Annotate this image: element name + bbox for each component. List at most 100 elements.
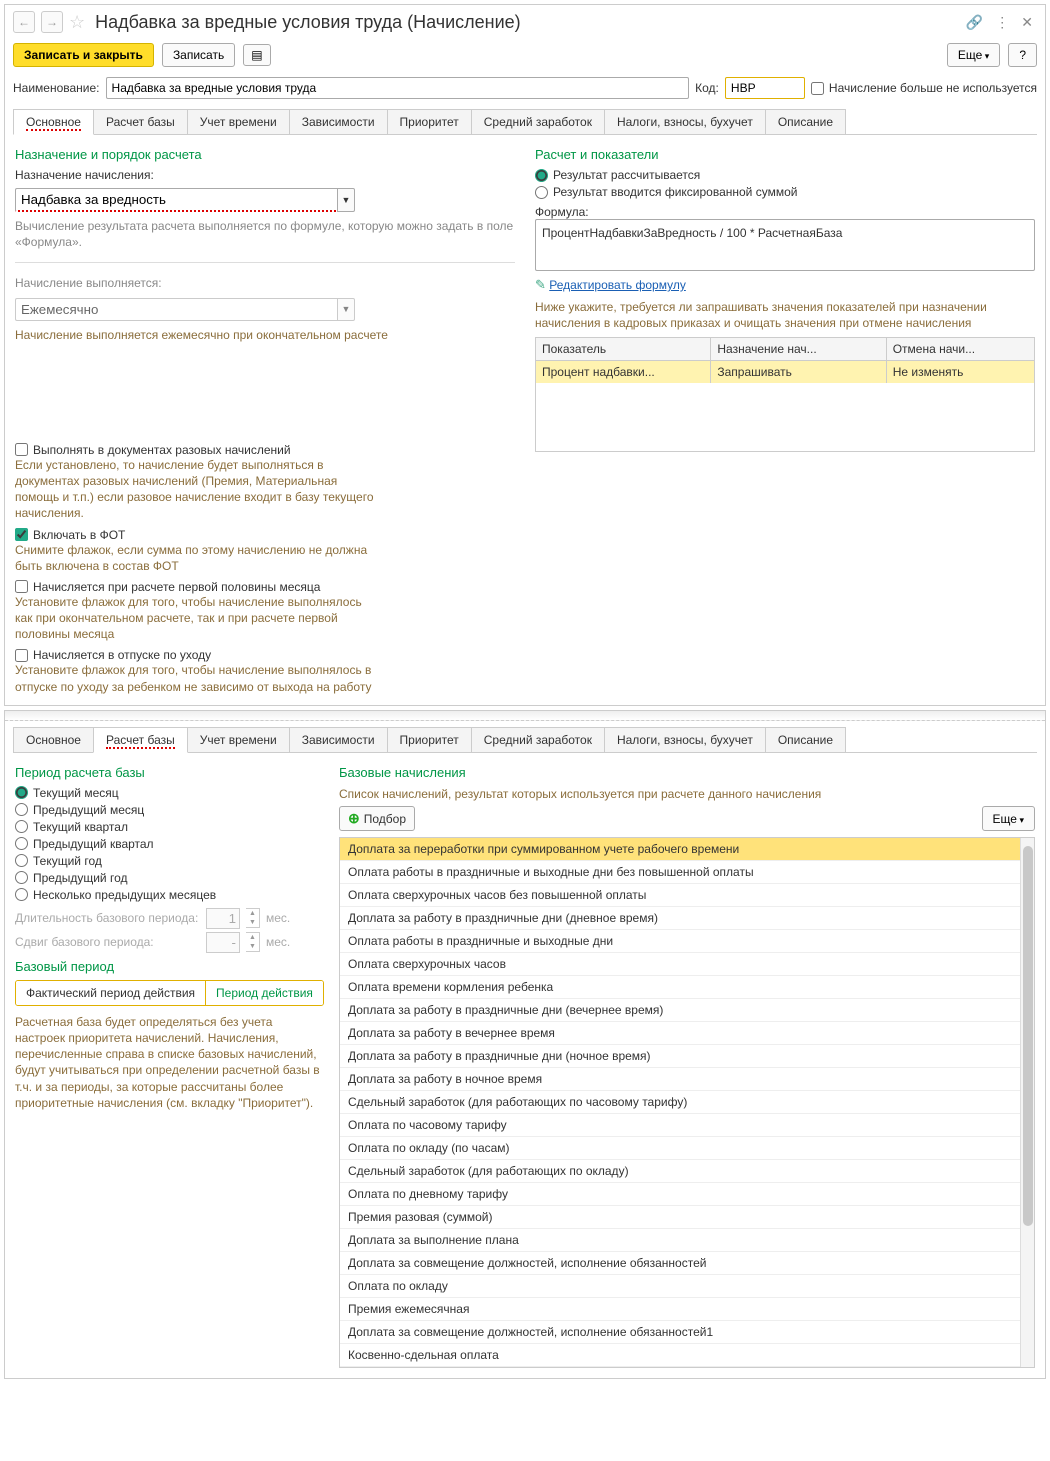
tab-time[interactable]: Учет времени: [187, 109, 290, 134]
list-item[interactable]: Доплата за работу в праздничные дни (дне…: [340, 907, 1034, 930]
list-item[interactable]: Оплата по дневному тарифу: [340, 1183, 1034, 1206]
name-label: Наименование:: [13, 81, 100, 95]
tab-main2[interactable]: Основное: [13, 727, 94, 752]
radio-period-0[interactable]: Текущий месяц: [15, 786, 325, 800]
tabs-main: Основное Расчет базы Учет времени Зависи…: [13, 109, 1037, 135]
bp-actual[interactable]: Фактический период действия: [16, 981, 206, 1005]
list-item[interactable]: Доплата за работу в ночное время: [340, 1068, 1034, 1091]
name-row: Наименование: Код: Начисление больше не …: [5, 75, 1045, 101]
radio-period-1[interactable]: Предыдущий месяц: [15, 803, 325, 817]
radio-period-3[interactable]: Предыдущий квартал: [15, 837, 325, 851]
tab-priority2[interactable]: Приоритет: [387, 727, 472, 752]
list-item[interactable]: Доплата за работу в вечернее время: [340, 1022, 1034, 1045]
toolbar: Записать и закрыть Записать ▤ Еще ?: [5, 39, 1045, 75]
list-item[interactable]: Сдельный заработок (для работающих по ок…: [340, 1160, 1034, 1183]
list-item[interactable]: Премия разовая (суммой): [340, 1206, 1034, 1229]
radio-period-4[interactable]: Текущий год: [15, 854, 325, 868]
base-period-toggle[interactable]: Фактический период действия Период дейст…: [15, 980, 324, 1006]
tab-base[interactable]: Расчет базы: [93, 109, 188, 134]
list-item[interactable]: Премия ежемесячная: [340, 1298, 1034, 1321]
list-item[interactable]: Оплата работы в праздничные и выходные д…: [340, 861, 1034, 884]
help-button[interactable]: ?: [1008, 43, 1037, 67]
list-item[interactable]: Доплата за переработки при суммированном…: [340, 838, 1034, 861]
base-right-column: Базовые начисления Список начислений, ре…: [339, 763, 1035, 1368]
list-item[interactable]: Оплата работы в праздничные и выходные д…: [340, 930, 1034, 953]
list-more-button[interactable]: Еще: [982, 806, 1035, 831]
section-assignment: Назначение и порядок расчета: [15, 147, 515, 162]
close-icon[interactable]: ✕: [1017, 12, 1037, 33]
scrollbar[interactable]: [1020, 838, 1034, 1367]
base-list[interactable]: Доплата за переработки при суммированном…: [339, 837, 1035, 1368]
tab-priority[interactable]: Приоритет: [387, 109, 472, 134]
radio-period-2[interactable]: Текущий квартал: [15, 820, 325, 834]
assignment-hint: Вычисление результата расчета выполняетс…: [15, 218, 515, 250]
pick-button[interactable]: ⊕Подбор: [339, 806, 415, 831]
base-period-title: Базовый период: [15, 959, 325, 974]
tab-desc[interactable]: Описание: [765, 109, 846, 134]
save-close-button[interactable]: Записать и закрыть: [13, 43, 154, 67]
radio-calculated[interactable]: Результат рассчитывается: [535, 168, 1035, 182]
tab-tax2[interactable]: Налоги, взносы, бухучет: [604, 727, 766, 752]
kebab-icon[interactable]: ⋮: [991, 12, 1013, 33]
fot-checkbox[interactable]: Включать в ФОТ: [15, 528, 515, 542]
assignment-select[interactable]: ▼: [15, 188, 355, 212]
list-item[interactable]: Доплата за совмещение должностей, исполн…: [340, 1321, 1034, 1344]
report-button[interactable]: ▤: [243, 44, 270, 66]
tab-time2[interactable]: Учет времени: [187, 727, 290, 752]
list-item[interactable]: Доплата за работу в праздничные дни (ноч…: [340, 1045, 1034, 1068]
tab-deps[interactable]: Зависимости: [289, 109, 388, 134]
list-item[interactable]: Косвенно-сдельная оплата: [340, 1344, 1034, 1367]
exec-label: Начисление выполняется:: [15, 275, 515, 291]
link-icon[interactable]: 🔗: [962, 12, 987, 33]
table-row[interactable]: Процент надбавки... Запрашивать Не измен…: [536, 361, 1034, 383]
tab-deps2[interactable]: Зависимости: [289, 727, 388, 752]
calc-hint: Ниже укажите, требуется ли запрашивать з…: [535, 299, 1035, 331]
nav-back[interactable]: ←: [13, 11, 35, 33]
chevron-down-icon[interactable]: ▼: [337, 188, 355, 212]
chevron-down-icon: ▼: [337, 298, 355, 321]
not-used-checkbox[interactable]: Начисление больше не используется: [811, 81, 1037, 95]
list-item[interactable]: Сдельный заработок (для работающих по ча…: [340, 1091, 1034, 1114]
half-checkbox[interactable]: Начисляется при расчете первой половины …: [15, 580, 515, 594]
radio-period-5[interactable]: Предыдущий год: [15, 871, 325, 885]
list-item[interactable]: Доплата за работу в праздничные дни (веч…: [340, 999, 1034, 1022]
code-label: Код:: [695, 81, 719, 95]
length-spinner: Длительность базового периода: ▲▼ мес.: [15, 908, 325, 929]
edit-formula-link[interactable]: Редактировать формулу: [549, 278, 686, 292]
formula-box[interactable]: ПроцентНадбавкиЗаВредность / 100 * Расче…: [535, 219, 1035, 271]
favorite-icon[interactable]: ☆: [69, 12, 85, 33]
list-item[interactable]: Оплата по окладу: [340, 1275, 1034, 1298]
tabs-base: Основное Расчет базы Учет времени Зависи…: [13, 727, 1037, 753]
list-item[interactable]: Оплата сверхурочных часов: [340, 953, 1034, 976]
assignment-label: Назначение начисления:: [15, 168, 515, 182]
exec-select: ▼: [15, 298, 355, 321]
nav-forward[interactable]: →: [41, 11, 63, 33]
leave-hint: Установите флажок для того, чтобы начисл…: [15, 662, 375, 694]
radio-period-6[interactable]: Несколько предыдущих месяцев: [15, 888, 325, 902]
window-frame-1: ← → ☆ Надбавка за вредные условия труда …: [4, 4, 1046, 706]
leave-checkbox[interactable]: Начисляется в отпуске по уходу: [15, 648, 515, 662]
list-item[interactable]: Оплата по часовому тарифу: [340, 1114, 1034, 1137]
th-assign: Назначение нач...: [711, 338, 886, 360]
tab-desc2[interactable]: Описание: [765, 727, 846, 752]
code-input[interactable]: [725, 77, 805, 99]
more-button[interactable]: Еще: [947, 43, 1000, 67]
once-checkbox[interactable]: Выполнять в документах разовых начислени…: [15, 443, 515, 457]
base-list-hint: Список начислений, результат которых исп…: [339, 786, 1035, 802]
plus-icon: ⊕: [348, 810, 360, 827]
base-list-title: Базовые начисления: [339, 765, 1035, 780]
tab-tax[interactable]: Налоги, взносы, бухучет: [604, 109, 766, 134]
radio-fixed[interactable]: Результат вводится фиксированной суммой: [535, 185, 1035, 199]
name-input[interactable]: [106, 77, 690, 99]
list-item[interactable]: Оплата сверхурочных часов без повышенной…: [340, 884, 1034, 907]
list-item[interactable]: Доплата за выполнение плана: [340, 1229, 1034, 1252]
bp-period[interactable]: Период действия: [206, 981, 323, 1005]
list-item[interactable]: Доплата за совмещение должностей, исполн…: [340, 1252, 1034, 1275]
tab-main[interactable]: Основное: [13, 109, 94, 135]
list-item[interactable]: Оплата по окладу (по часам): [340, 1137, 1034, 1160]
list-item[interactable]: Оплата времени кормления ребенка: [340, 976, 1034, 999]
save-button[interactable]: Записать: [162, 43, 235, 67]
tab-avg[interactable]: Средний заработок: [471, 109, 605, 134]
tab-avg2[interactable]: Средний заработок: [471, 727, 605, 752]
tab-base2[interactable]: Расчет базы: [93, 727, 188, 753]
